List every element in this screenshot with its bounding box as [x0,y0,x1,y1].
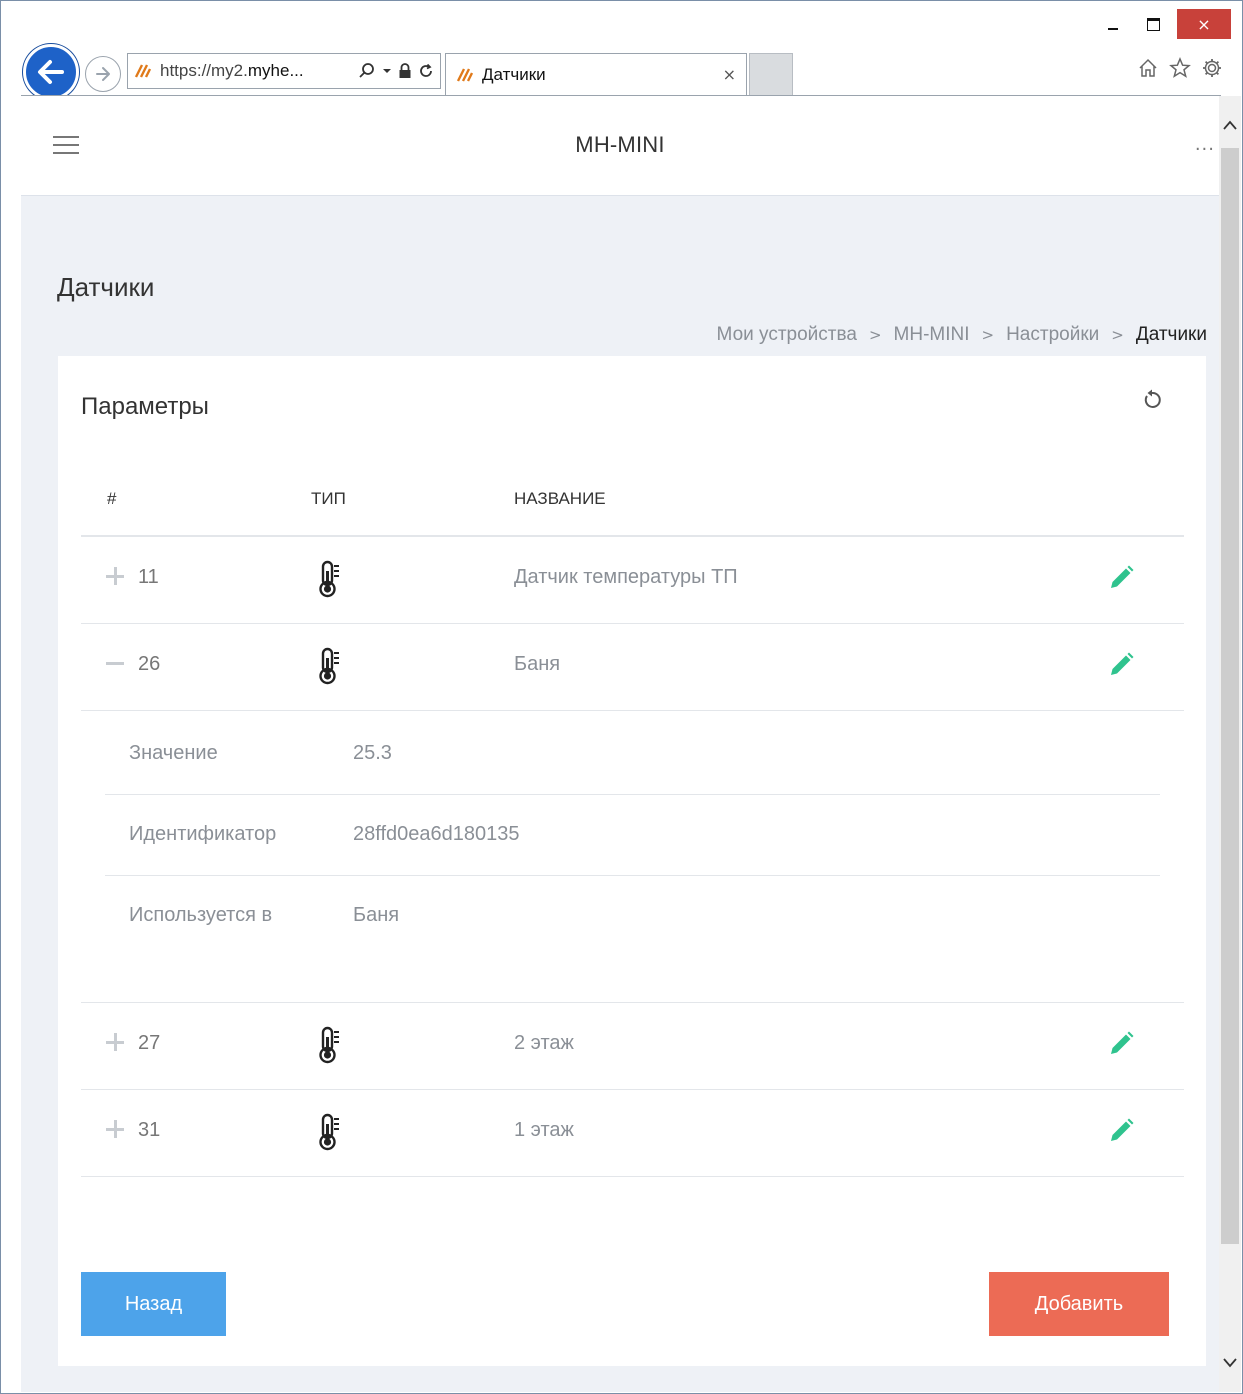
pencil-icon[interactable] [1106,1029,1136,1059]
expand-plus-icon[interactable] [106,1033,124,1051]
breadcrumb-item-devices[interactable]: Мои устройства [717,324,857,346]
breadcrumb-separator: > [1111,326,1124,344]
detail-row-value: Значение 25.3 [105,714,1160,795]
thermometer-icon [319,1113,339,1151]
table-row: 11 Датчик температуры ТП [81,537,1184,624]
browser-forward-button[interactable] [85,56,121,92]
column-header-name: НАЗВАНИЕ [514,489,606,508]
breadcrumb-item-device[interactable]: MH-MINI [894,324,970,346]
expand-plus-icon[interactable] [106,567,124,585]
collapse-minus-icon[interactable] [106,654,124,672]
thermometer-icon [319,647,339,685]
detail-label: Используется в [129,904,273,926]
scrollbar-thumb[interactable] [1221,148,1239,1244]
address-bar[interactable]: https://my2.myhe... [127,53,441,89]
app-header: MH-MINI ... [21,96,1219,196]
pencil-icon[interactable] [1106,563,1136,593]
more-options-icon[interactable]: ... [1195,134,1215,155]
table-row: 31 1 этаж [81,1090,1184,1177]
detail-label: Идентификатор [129,823,277,845]
url-host: myhe... [247,61,304,80]
thermometer-icon [319,560,339,598]
minimize-button[interactable] [1099,9,1127,39]
url-prefix: https://my2. [160,61,248,80]
thermometer-icon [319,1026,339,1064]
refresh-icon [1144,389,1161,408]
search-icon[interactable] [358,62,376,80]
breadcrumb-separator: > [981,326,995,344]
page-viewport: MH-MINI ... Датчики Мои устройства > MH-… [21,96,1219,1392]
url-text[interactable]: https://my2.myhe... [160,61,354,81]
tab-title: Датчики [482,64,546,84]
browser-window: × https://my2.myhe... Датчики × MH-MINI … [0,0,1243,1394]
page-title: Датчики [57,272,155,302]
expand-plus-icon[interactable] [106,1120,124,1138]
sensor-name: 2 этаж [514,1032,574,1054]
pencil-icon[interactable] [1106,650,1136,680]
sensor-number: 27 [138,1032,161,1054]
sensors-card: Параметры # ТИП НАЗВАНИЕ 11 Датчик темпе… [58,356,1206,1366]
lock-icon[interactable] [398,63,412,79]
app-title: MH-MINI [575,132,665,157]
sensor-name: Баня [514,653,561,675]
detail-value: 28ffd0ea6d180135 [353,823,520,845]
reload-icon[interactable] [418,63,434,79]
table-row: 26 Баня [81,624,1184,711]
arrow-right-icon [96,67,110,81]
detail-value: Баня [353,904,400,926]
detail-value: 25.3 [353,742,392,764]
breadcrumb-separator: > [868,326,882,344]
browser-toolbar [1137,57,1223,79]
sensor-number: 11 [138,566,159,588]
home-icon[interactable] [1137,57,1159,79]
dropdown-arrow-icon[interactable] [382,67,392,75]
column-header-type: ТИП [311,489,346,508]
site-favicon-icon [456,67,474,82]
vertical-scrollbar[interactable] [1219,96,1241,1392]
detail-row-used-in: Используется в Баня [105,876,1160,957]
tab-close-button[interactable]: × [723,65,736,84]
title-bar: × https://my2.myhe... Датчики × [1,1,1242,100]
detail-row-identifier: Идентификатор 28ffd0ea6d180135 [105,795,1160,876]
browser-back-button[interactable] [23,44,79,100]
gear-icon[interactable] [1201,57,1223,79]
breadcrumb-item-settings[interactable]: Настройки [1006,324,1099,346]
refresh-button[interactable] [1138,386,1166,414]
detail-label: Значение [129,742,218,764]
sensor-name: Датчик температуры ТП [514,566,738,588]
sensor-name: 1 этаж [514,1119,574,1141]
site-favicon-icon [134,64,152,78]
sensor-number: 26 [138,653,161,675]
sensor-number: 31 [138,1119,161,1141]
breadcrumb: Мои устройства > MH-MINI > Настройки > Д… [717,324,1207,346]
back-button[interactable]: Назад [81,1272,226,1336]
maximize-button[interactable] [1139,9,1167,39]
scroll-up-icon[interactable] [1219,110,1241,140]
table-row: 27 2 этаж [81,1003,1184,1090]
star-icon[interactable] [1169,57,1191,79]
card-title: Параметры [81,393,209,420]
breadcrumb-item-current: Датчики [1135,324,1207,345]
close-window-button[interactable]: × [1177,9,1231,39]
new-tab-button[interactable] [749,53,793,95]
arrow-left-icon [38,60,64,84]
scroll-down-icon[interactable] [1219,1348,1241,1378]
pencil-icon[interactable] [1106,1116,1136,1146]
browser-tab[interactable]: Датчики × [445,53,747,95]
add-button[interactable]: Добавить [989,1272,1169,1336]
column-header-number: # [107,489,117,508]
